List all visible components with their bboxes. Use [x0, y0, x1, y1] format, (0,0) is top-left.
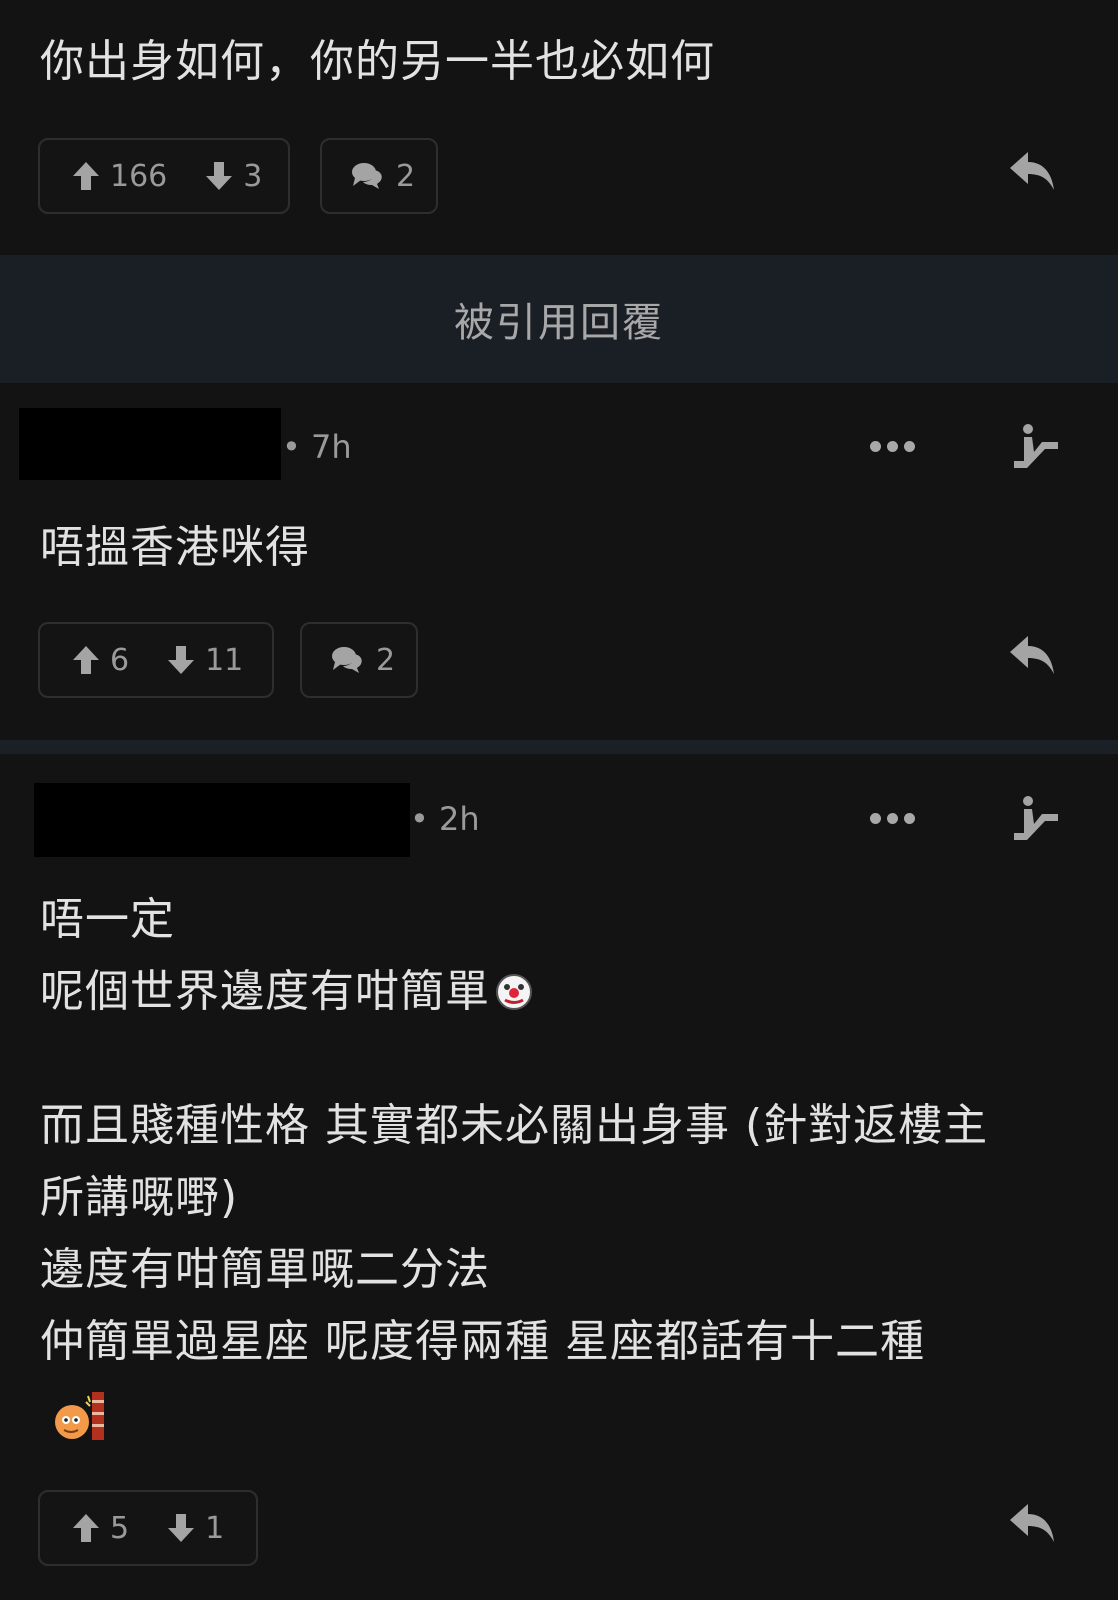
- arrow-up-icon: [73, 1514, 99, 1542]
- reply-time: • 7h: [282, 428, 352, 466]
- reply-text-line-with-emoji: 呢個世界邊度有咁簡單: [40, 956, 534, 1028]
- reply-arrow-icon[interactable]: [1008, 634, 1056, 678]
- reply-vote-box: 6 11: [38, 622, 274, 698]
- arrow-down-icon: [168, 1514, 195, 1542]
- more-options-button[interactable]: [870, 813, 915, 824]
- quoted-replies-label: 被引用回覆: [454, 300, 664, 346]
- downvote-button[interactable]: 11: [167, 643, 243, 678]
- reply-text-line: 所講嘅嘢): [40, 1172, 239, 1223]
- upvote-count: 166: [110, 158, 168, 194]
- downvote-count: 3: [243, 158, 263, 194]
- downvote-count: 1: [205, 1510, 225, 1546]
- downvote-count: 11: [205, 642, 244, 678]
- post-vote-box: 166 3: [38, 138, 290, 214]
- reply-vote-box: 5 1: [38, 1490, 258, 1566]
- clown-face-emoji-icon: [496, 974, 532, 1010]
- downvote-button[interactable]: 3: [205, 159, 262, 194]
- reply-text: 唔搵香港咪得: [40, 522, 310, 573]
- arrow-up-icon: [73, 646, 99, 674]
- wall-banging-emoji-icon: [55, 1392, 104, 1440]
- reply-comments-button[interactable]: 2: [300, 622, 418, 698]
- redacted-username: [19, 408, 281, 480]
- redacted-username: [34, 783, 410, 857]
- post-text: 你出身如何，你的另一半也必如何: [40, 36, 715, 87]
- reply-arrow-icon[interactable]: [1008, 150, 1056, 194]
- arrow-down-icon: [206, 162, 233, 190]
- ellipsis-icon: [870, 813, 881, 824]
- escalator-icon[interactable]: [1008, 422, 1062, 470]
- chat-bubbles-icon: [332, 647, 362, 673]
- escalator-icon[interactable]: [1008, 794, 1062, 842]
- ellipsis-icon: [870, 441, 881, 452]
- chat-bubbles-icon: [352, 163, 382, 189]
- reply-text-line: 仲簡單過星座 呢度得兩種 星座都話有十二種: [40, 1316, 925, 1367]
- section-divider: [0, 740, 1118, 754]
- reply-arrow-icon[interactable]: [1008, 1502, 1056, 1546]
- upvote-count: 6: [110, 642, 130, 678]
- upvote-button[interactable]: 6: [72, 643, 129, 678]
- reply-time: • 2h: [410, 800, 480, 838]
- downvote-button[interactable]: 1: [167, 1511, 224, 1546]
- arrow-down-icon: [168, 646, 195, 674]
- quoted-replies-banner[interactable]: 被引用回覆: [0, 255, 1118, 383]
- upvote-button[interactable]: 5: [72, 1511, 129, 1546]
- upvote-count: 5: [110, 1510, 130, 1546]
- reply-text-line: 而且賤種性格 其實都未必關出身事 (針對返樓主: [40, 1100, 989, 1151]
- reply-text-line: 邊度有咁簡單嘅二分法: [40, 1244, 490, 1295]
- upvote-button[interactable]: 166: [72, 159, 167, 194]
- more-options-button[interactable]: [870, 441, 915, 452]
- comment-count: 2: [376, 642, 396, 678]
- reply-text-line: 呢個世界邊度有咁簡單: [40, 966, 490, 1017]
- comment-count: 2: [396, 158, 416, 194]
- reply-text-line: 唔一定: [40, 894, 175, 945]
- post-comments-button[interactable]: 2: [320, 138, 438, 214]
- arrow-up-icon: [73, 162, 99, 190]
